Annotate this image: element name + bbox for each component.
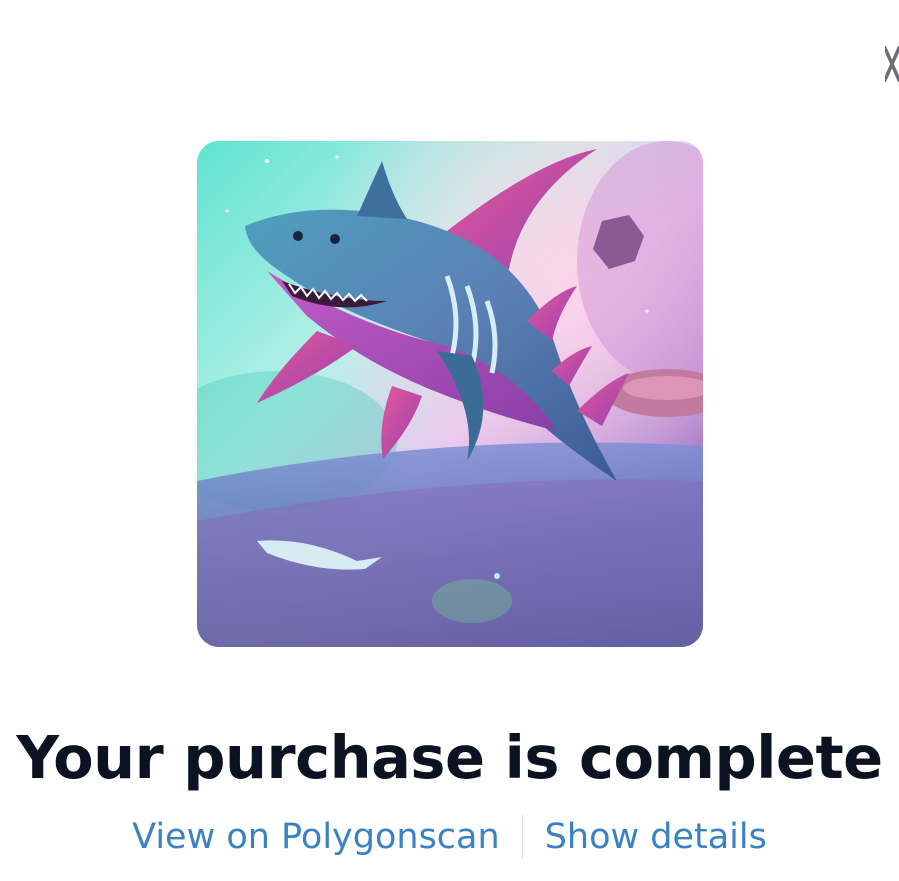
page-title: Your purchase is complete: [16, 723, 883, 792]
nft-image: [197, 141, 703, 647]
space-shark-artwork: [197, 141, 703, 647]
modal-links: View on Polygonscan Show details: [0, 812, 899, 862]
close-icon: [883, 46, 899, 82]
purchase-complete-modal: Your purchase is complete View on Polygo…: [0, 0, 899, 881]
close-button[interactable]: [883, 40, 899, 88]
link-divider: [521, 815, 523, 859]
show-details-link[interactable]: Show details: [545, 812, 767, 862]
view-on-polygonscan-link[interactable]: View on Polygonscan: [132, 812, 500, 862]
